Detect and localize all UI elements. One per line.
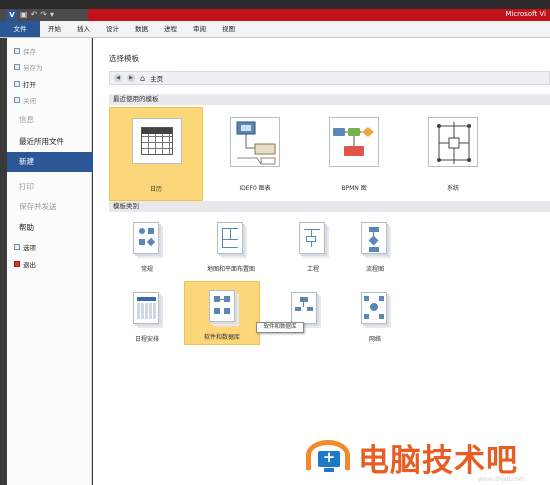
schedule-icon bbox=[133, 292, 159, 324]
calendar-icon bbox=[132, 118, 182, 164]
tab-home[interactable]: 开始 bbox=[40, 21, 69, 37]
watermark: 电脑技术吧 bbox=[306, 435, 518, 480]
watermark-logo-icon bbox=[306, 438, 352, 478]
template-navbar: ◀ ▶ ⌂ 主页 bbox=[109, 71, 550, 85]
category-network[interactable]: 网络 bbox=[345, 288, 405, 348]
engineering-icon bbox=[299, 222, 325, 254]
app-title: Microsoft Vi bbox=[505, 10, 546, 18]
options-icon bbox=[14, 244, 20, 250]
title-bar: Microsoft Vi bbox=[88, 9, 550, 21]
save-icon bbox=[14, 48, 20, 54]
watermark-url: www.dnjsb.com bbox=[478, 476, 526, 483]
save-as-icon bbox=[14, 64, 20, 70]
folder-open-icon bbox=[14, 81, 20, 87]
backstage-options[interactable]: 选项 bbox=[14, 242, 36, 252]
category-maps-floorplans[interactable]: 地图和平面布置图 bbox=[189, 218, 273, 278]
business-icon bbox=[291, 292, 317, 324]
backstage-info[interactable]: 信息 bbox=[7, 114, 92, 125]
tab-insert[interactable]: 插入 bbox=[69, 21, 98, 37]
backstage-help[interactable]: 帮助 bbox=[7, 222, 92, 233]
general-icon bbox=[133, 222, 159, 254]
backstage-recent[interactable]: 最近所用文件 bbox=[7, 136, 92, 147]
template-system[interactable]: 系统 bbox=[406, 107, 500, 201]
close-file-icon bbox=[14, 97, 20, 103]
recent-templates-header: 最近使用的模板 bbox=[109, 94, 550, 105]
tab-review[interactable]: 审阅 bbox=[185, 21, 214, 37]
tab-view[interactable]: 视图 bbox=[214, 21, 243, 37]
window-frame bbox=[0, 0, 550, 9]
system-diagram-icon bbox=[428, 117, 478, 167]
save-icon[interactable]: ▣ bbox=[20, 9, 28, 21]
ribbon-tabs: 文件 开始 插入 设计 数据 进程 审阅 视图 bbox=[0, 21, 550, 38]
template-bpmn[interactable]: BPMN 图 bbox=[307, 107, 401, 201]
network-icon bbox=[361, 292, 387, 324]
back-icon[interactable]: ◀ bbox=[114, 74, 122, 82]
category-software-database[interactable]: 软件和数据库 bbox=[184, 281, 260, 345]
backstage-open[interactable]: 打开 bbox=[14, 79, 36, 89]
flowchart-icon bbox=[361, 222, 387, 254]
backstage-save-send[interactable]: 保存并发送 bbox=[7, 201, 92, 212]
category-general[interactable]: 常规 bbox=[117, 218, 177, 278]
page-title: 选择模板 bbox=[109, 54, 139, 63]
backstage-close[interactable]: 关闭 bbox=[14, 95, 36, 105]
redo-icon[interactable]: ↷ bbox=[40, 9, 47, 21]
backstage-new[interactable]: 新建 bbox=[7, 152, 99, 172]
backstage-save-as[interactable]: 另存为 bbox=[14, 62, 43, 72]
backstage-exit[interactable]: 退出 bbox=[14, 259, 36, 269]
breadcrumb[interactable]: 主页 bbox=[150, 73, 163, 83]
customize-qat-icon[interactable]: ▾ bbox=[50, 9, 54, 21]
exit-icon bbox=[14, 261, 20, 267]
category-engineering[interactable]: 工程 bbox=[283, 218, 343, 278]
tab-data[interactable]: 数据 bbox=[127, 21, 156, 37]
bpmn-diagram-icon bbox=[329, 117, 379, 167]
backstage-print[interactable]: 打印 bbox=[7, 181, 92, 192]
template-categories-header: 模板类别 bbox=[109, 201, 550, 212]
forward-icon[interactable]: ▶ bbox=[127, 74, 135, 82]
software-database-icon bbox=[209, 290, 235, 322]
tooltip: 软件和数据库 bbox=[256, 322, 304, 333]
category-flowchart[interactable]: 流程图 bbox=[345, 218, 405, 278]
quick-access-toolbar: V ▣ ↶ ↷ ▾ bbox=[7, 9, 87, 21]
visio-logo-icon: V bbox=[7, 10, 17, 20]
template-calendar[interactable]: 日历 bbox=[109, 107, 203, 201]
tab-design[interactable]: 设计 bbox=[98, 21, 127, 37]
tab-file[interactable]: 文件 bbox=[0, 21, 40, 37]
home-icon[interactable]: ⌂ bbox=[140, 74, 145, 83]
category-schedule[interactable]: 日程安排 bbox=[117, 288, 177, 348]
window-left-edge bbox=[0, 38, 7, 485]
undo-icon[interactable]: ↶ bbox=[31, 9, 38, 21]
maps-floorplans-icon bbox=[217, 222, 243, 254]
template-gallery: 选择模板 ◀ ▶ ⌂ 主页 最近使用的模板 日历 IDEF0 图表 BPMN 图… bbox=[93, 38, 550, 485]
category-business[interactable] bbox=[275, 288, 335, 348]
tab-process[interactable]: 进程 bbox=[156, 21, 185, 37]
idef0-diagram-icon bbox=[230, 117, 280, 167]
template-idef0[interactable]: IDEF0 图表 bbox=[208, 107, 302, 201]
backstage-save[interactable]: 保存 bbox=[14, 46, 36, 56]
watermark-text: 电脑技术吧 bbox=[358, 443, 518, 479]
